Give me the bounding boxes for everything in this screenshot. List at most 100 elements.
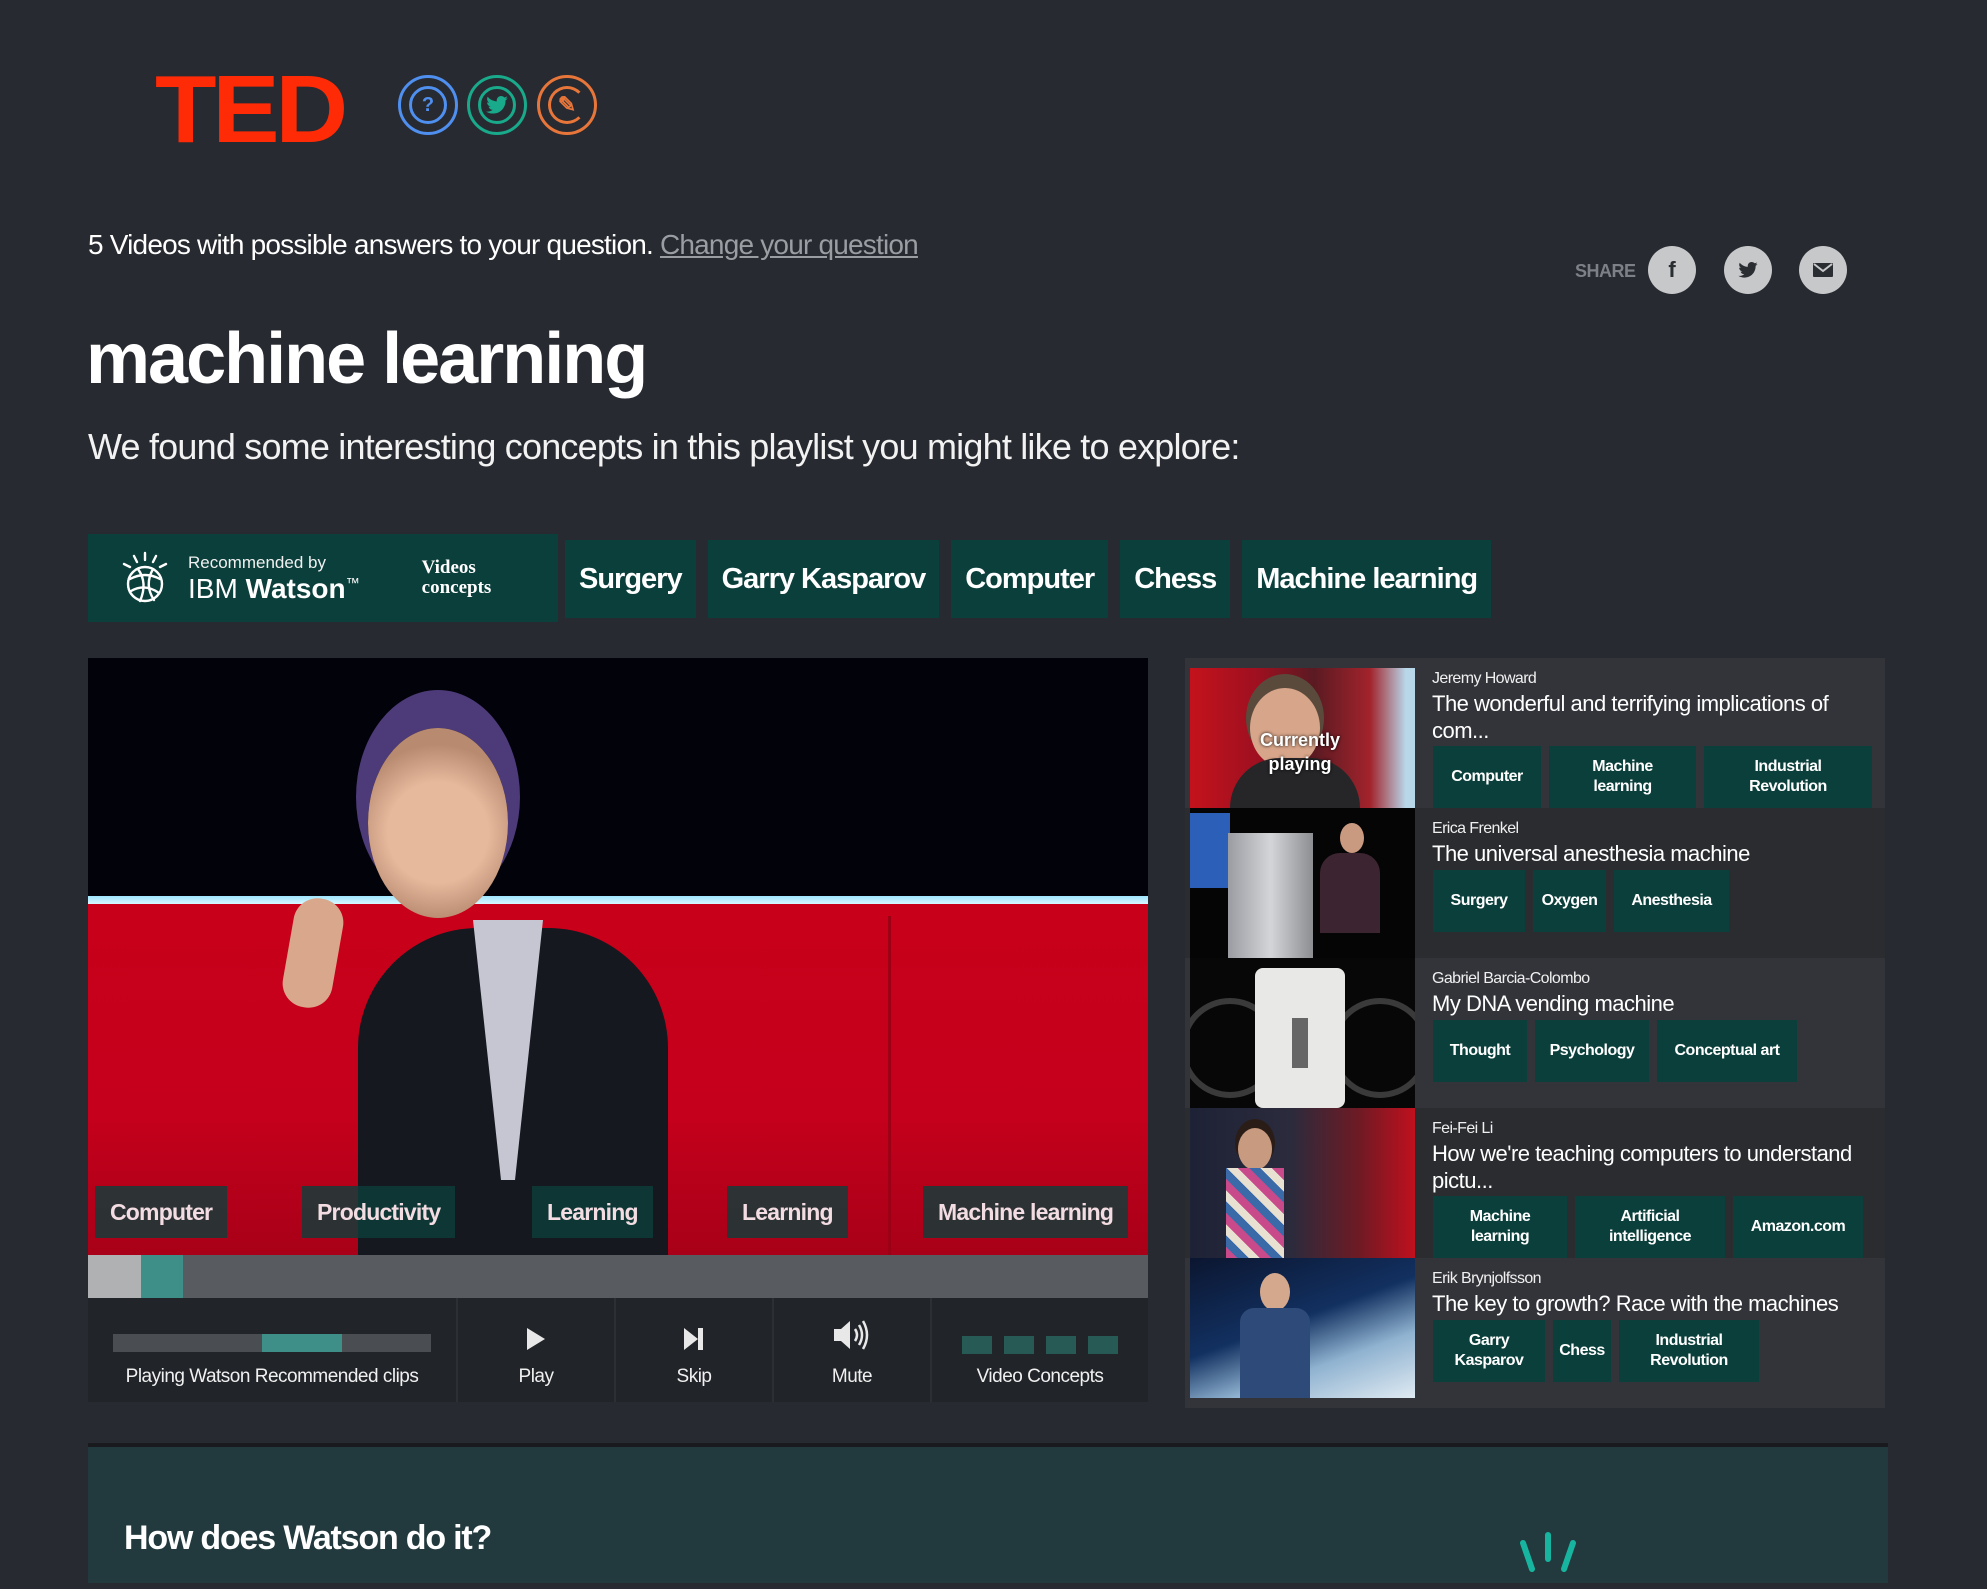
- ted-logo[interactable]: TED: [155, 62, 348, 158]
- video-overlay-tag[interactable]: Machine learning: [923, 1186, 1129, 1238]
- talk-tag[interactable]: Machine learning: [1433, 1196, 1567, 1258]
- concept-tag[interactable]: Surgery: [565, 540, 696, 618]
- pencil-icon[interactable]: ✎: [537, 75, 597, 135]
- talk-title[interactable]: My DNA vending machine: [1432, 990, 1872, 1017]
- brand-trademark: ™: [345, 574, 360, 591]
- thumb-body: [1240, 1308, 1310, 1398]
- play-icon: [527, 1328, 545, 1350]
- watson-clips-status: Playing Watson Recommended clips: [88, 1298, 458, 1402]
- speaker-volume-icon: [834, 1320, 869, 1350]
- speaker-name: Erica Frenkel: [1432, 820, 1519, 837]
- play-button[interactable]: Play: [458, 1298, 616, 1402]
- change-question-link[interactable]: Change your question: [660, 229, 919, 260]
- share-email-button[interactable]: [1799, 246, 1847, 294]
- playlist-item[interactable]: Erica Frenkel The universal anesthesia m…: [1185, 808, 1885, 958]
- pencil-inner: ✎: [548, 86, 586, 124]
- talk-tag[interactable]: Garry Kasparov: [1433, 1320, 1545, 1382]
- talk-tag[interactable]: Psychology: [1535, 1020, 1649, 1082]
- speaker-figure: [218, 658, 668, 1255]
- skip-icon: [684, 1328, 703, 1350]
- clip-progress-bar[interactable]: [113, 1334, 431, 1352]
- video-overlay-tag[interactable]: Learning: [727, 1186, 848, 1238]
- mute-label: Mute: [831, 1366, 873, 1387]
- talk-tag[interactable]: Amazon.com: [1733, 1196, 1863, 1258]
- clip-progress-fill: [262, 1334, 342, 1352]
- playing-label: Playing Watson Recommended clips: [125, 1366, 419, 1387]
- talk-tag[interactable]: Computer: [1433, 746, 1541, 808]
- stage-seam: [888, 916, 891, 1255]
- ibm-watson-brand: IBM Watson™: [188, 572, 360, 604]
- talk-tag[interactable]: Industrial Revolution: [1619, 1320, 1759, 1382]
- talk-title[interactable]: The key to growth? Race with the machine…: [1432, 1290, 1872, 1317]
- videos-concepts-label: Videos concepts: [422, 558, 492, 598]
- thumb-face: [1260, 1273, 1290, 1311]
- concept-tag[interactable]: Machine learning: [1242, 540, 1492, 618]
- talk-tag[interactable]: Conceptual art: [1657, 1020, 1797, 1082]
- question-bubble-icon[interactable]: ?: [398, 75, 458, 135]
- playlist-item[interactable]: Erik Brynjolfsson The key to growth? Rac…: [1185, 1258, 1885, 1408]
- concept-tag[interactable]: Chess: [1120, 540, 1231, 618]
- talk-title[interactable]: The wonderful and terrifying implication…: [1432, 690, 1872, 744]
- talk-title[interactable]: The universal anesthesia machine: [1432, 840, 1872, 867]
- thumb-machine: [1228, 833, 1313, 958]
- playlist-panel: Currently playing Jeremy Howard The wond…: [1185, 658, 1885, 1408]
- share-twitter-button[interactable]: [1724, 246, 1772, 294]
- video-thumbnail[interactable]: [1190, 1258, 1415, 1398]
- video-overlay-tag[interactable]: Computer: [95, 1186, 228, 1238]
- how-watson-section: How does Watson do it?: [88, 1443, 1888, 1583]
- play-label: Play: [518, 1366, 554, 1387]
- player-controls: Playing Watson Recommended clips Play Sk…: [88, 1298, 1148, 1402]
- video-overlay-tag[interactable]: Productivity: [302, 1186, 456, 1238]
- concept-tag[interactable]: Computer: [951, 540, 1109, 618]
- video-player[interactable]: Computer Productivity Learning Learning …: [88, 658, 1148, 1255]
- speaker-name: Erik Brynjolfsson: [1432, 1270, 1542, 1287]
- talk-tag[interactable]: Anesthesia: [1614, 870, 1729, 932]
- share-facebook-button[interactable]: f: [1648, 246, 1696, 294]
- concept-tags: Surgery Garry Kasparov Computer Chess Ma…: [565, 540, 1492, 618]
- email-icon: [1813, 263, 1833, 277]
- twitter-icon[interactable]: [467, 75, 527, 135]
- speaker-head: [368, 728, 508, 918]
- talk-tag[interactable]: Artificial intelligence: [1575, 1196, 1725, 1258]
- talk-tag[interactable]: Chess: [1553, 1320, 1611, 1382]
- recommended-by-label: Recommended by: [188, 552, 326, 572]
- twitter-icon: [1738, 262, 1758, 278]
- watson-globe-icon: [122, 551, 168, 603]
- playlist-item[interactable]: Currently playing Jeremy Howard The wond…: [1185, 658, 1885, 808]
- video-concepts-button[interactable]: Video Concepts: [932, 1298, 1148, 1402]
- video-progress-bar[interactable]: [88, 1255, 1148, 1298]
- thumb-screen: [1190, 813, 1230, 888]
- progress-played: [88, 1255, 141, 1298]
- share-label: SHARE: [1575, 261, 1636, 281]
- talk-tag[interactable]: Industrial Revolution: [1704, 746, 1872, 808]
- brand-watson: Watson: [245, 572, 346, 604]
- mute-button[interactable]: Mute: [774, 1298, 932, 1402]
- question-bubble-inner: ?: [409, 86, 447, 124]
- video-concepts-label: Video Concepts: [976, 1366, 1104, 1387]
- video-thumbnail[interactable]: Currently playing: [1190, 668, 1415, 808]
- talk-tag[interactable]: Oxygen: [1533, 870, 1606, 932]
- video-overlay-tag[interactable]: Learning: [532, 1186, 653, 1238]
- thumb-vial: [1292, 1018, 1308, 1068]
- page-subtitle: We found some interesting concepts in th…: [88, 426, 1240, 467]
- videos-concepts-line2: concepts: [421, 577, 492, 598]
- answers-summary: 5 Videos with possible answers to your q…: [88, 229, 919, 261]
- thumb-dress: [1226, 1168, 1284, 1258]
- talk-tag[interactable]: Surgery: [1433, 870, 1525, 932]
- speaker-name: Jeremy Howard: [1432, 670, 1537, 687]
- talk-tag[interactable]: Thought: [1433, 1020, 1527, 1082]
- thumb-face: [1340, 823, 1364, 853]
- playlist-item[interactable]: Fei-Fei Li How we're teaching computers …: [1185, 1108, 1885, 1258]
- concept-tag[interactable]: Garry Kasparov: [707, 540, 940, 618]
- talk-title[interactable]: How we're teaching computers to understa…: [1432, 1140, 1872, 1194]
- skip-button[interactable]: Skip: [616, 1298, 774, 1402]
- video-thumbnail[interactable]: [1190, 958, 1415, 1108]
- watson-rays-icon: [1520, 1532, 1576, 1572]
- thumb-body: [1320, 853, 1380, 933]
- video-thumbnail[interactable]: [1190, 1108, 1415, 1258]
- video-thumbnail[interactable]: [1190, 808, 1415, 958]
- currently-playing-label: Currently playing: [1259, 730, 1340, 774]
- progress-current-clip: [141, 1255, 184, 1298]
- playlist-item[interactable]: Gabriel Barcia-Colombo My DNA vending ma…: [1185, 958, 1885, 1108]
- talk-tag[interactable]: Machine learning: [1549, 746, 1696, 808]
